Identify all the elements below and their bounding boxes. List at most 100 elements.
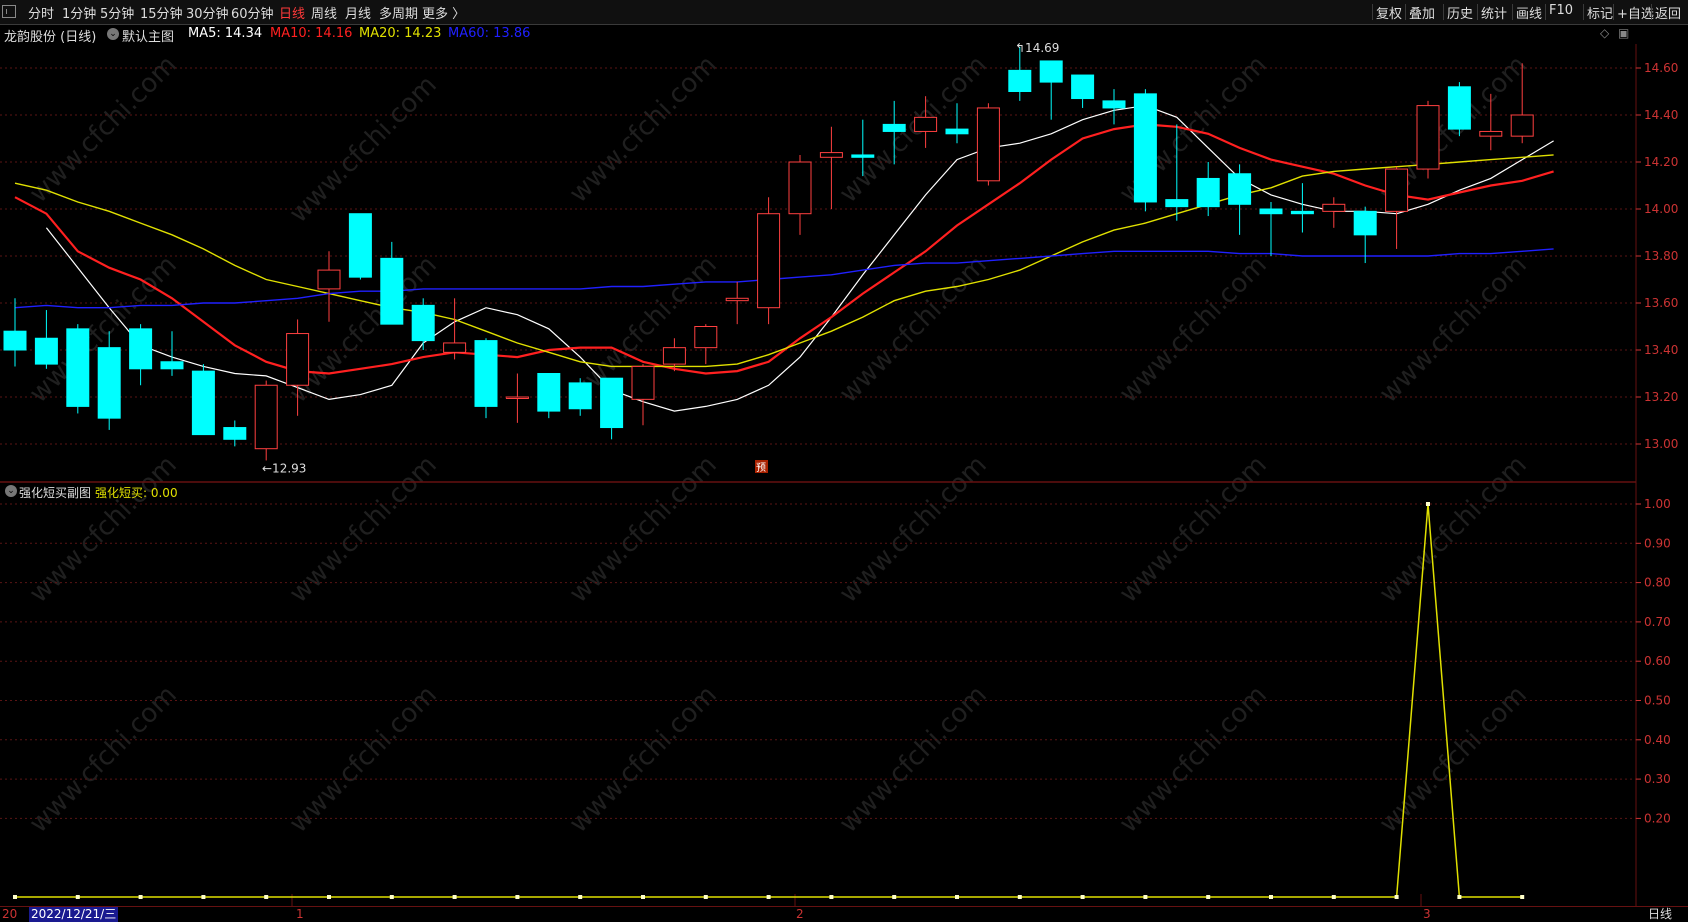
- candle-body: [1039, 60, 1063, 83]
- candle: [568, 378, 592, 416]
- candle: [254, 380, 278, 461]
- indicator-tick-label: 0.80: [1644, 576, 1671, 590]
- toolbar-button-1[interactable]: 叠加: [1409, 3, 1435, 22]
- toolbar-button-8[interactable]: 返回: [1655, 3, 1681, 22]
- ma-line-ma5: [45, 104, 1554, 412]
- candle: [317, 251, 341, 322]
- toolbar-button-4[interactable]: 画线: [1516, 3, 1542, 22]
- candle-body: [819, 152, 843, 158]
- price-axis: 14.60 14.40 14.20 14.00 13.80 13.60 13.40 13.20…: [1636, 61, 1678, 825]
- indicator-point: [1394, 895, 1399, 899]
- indicator-point: [1520, 895, 1525, 899]
- price-tick-label: 13.20: [1644, 390, 1678, 404]
- candle: [3, 298, 27, 367]
- indicator-point: [1331, 895, 1336, 899]
- candle-body: [380, 257, 404, 325]
- candle: [600, 377, 624, 440]
- candle-body: [851, 154, 875, 158]
- candle-body: [3, 330, 27, 351]
- candle: [191, 364, 215, 436]
- watermark-text: www.cfchi.com: [284, 450, 443, 609]
- toolbar-button-7[interactable]: +自选: [1617, 3, 1654, 22]
- indicator-point: [1269, 895, 1273, 899]
- watermark-text: www.cfchi.com: [1374, 450, 1533, 609]
- watermark-text: www.cfchi.com: [834, 250, 993, 409]
- candle: [537, 373, 561, 419]
- candle-body: [945, 128, 969, 135]
- indicator-point: [766, 895, 771, 899]
- watermark-text: www.cfchi.com: [284, 70, 443, 229]
- candle: [1447, 82, 1471, 137]
- kline-chart-area[interactable]: www.cfchi.com www.cfchi.com www.cfchi.com w…: [0, 24, 1688, 906]
- watermark-text: www.cfchi.com: [1114, 450, 1273, 609]
- indicator-tick-label: 0.70: [1644, 615, 1671, 629]
- toolbar-button-0[interactable]: 复权: [1376, 3, 1402, 22]
- candle-body: [1416, 105, 1440, 170]
- indicator-point: [1457, 895, 1462, 899]
- candle: [788, 154, 812, 235]
- candle-body: [1290, 210, 1314, 215]
- period-tab-3[interactable]: 15分钟: [140, 3, 183, 22]
- watermark-text: www.cfchi.com: [834, 50, 993, 209]
- price-tick-label: 13.80: [1644, 249, 1678, 263]
- candle-body: [1228, 173, 1252, 205]
- period-tab-7[interactable]: 周线: [311, 3, 337, 22]
- candle-body: [286, 333, 310, 386]
- indicator-tick-label: 0.20: [1644, 811, 1671, 825]
- period-tab-10[interactable]: 更多 〉: [422, 3, 465, 22]
- indicator-point: [1206, 895, 1211, 899]
- period-tab-0[interactable]: 分时: [28, 3, 54, 22]
- indicator-tick-label: 0.30: [1644, 772, 1671, 786]
- toolbar-button-5[interactable]: F10: [1549, 3, 1573, 18]
- candle: [1290, 183, 1314, 233]
- toolbar-separator: [1583, 4, 1584, 20]
- toolbar-separator: [1512, 4, 1513, 20]
- period-tab-4[interactable]: 30分钟: [186, 3, 229, 22]
- watermark-text: www.cfchi.com: [564, 50, 723, 209]
- toolbar-button-6[interactable]: 标记: [1587, 3, 1613, 22]
- chevron-down-icon[interactable]: ⌄: [5, 485, 17, 497]
- indicator-point: [452, 895, 457, 899]
- candle-body: [1353, 210, 1377, 236]
- period-tab-6[interactable]: 日线: [279, 3, 305, 22]
- candle: [757, 197, 781, 325]
- candle-body: [97, 347, 121, 419]
- candle: [223, 420, 247, 447]
- price-tick-label: 13.60: [1644, 296, 1678, 310]
- candle: [1133, 89, 1157, 212]
- indicator-tick-label: 0.60: [1644, 654, 1671, 668]
- time-axis: 20 2022/12/21/三 1 2 3 日线: [0, 906, 1688, 922]
- toolbar-button-3[interactable]: 统计: [1481, 3, 1507, 22]
- candle-body: [1385, 168, 1409, 212]
- period-tab-2[interactable]: 5分钟: [100, 3, 134, 22]
- candle-body: [348, 213, 372, 278]
- menu-toggle-icon[interactable]: [2, 5, 16, 18]
- period-tab-1[interactable]: 1分钟: [62, 3, 96, 22]
- candle-body: [1322, 203, 1346, 212]
- candle-body: [1447, 86, 1471, 130]
- period-tab-5[interactable]: 60分钟: [231, 3, 274, 22]
- candle-body: [1196, 177, 1220, 208]
- indicator-point: [1426, 502, 1430, 506]
- candle-body: [1008, 69, 1032, 92]
- candle: [1071, 74, 1095, 108]
- candle: [694, 324, 718, 365]
- candle-body: [914, 116, 938, 132]
- period-toolbar: 分时 1分钟 5分钟 15分钟 30分钟 60分钟 日线 周线 月线 多周期 更多 〉 复权 叠加 历史…: [0, 0, 1688, 25]
- sub-chart-name[interactable]: 强化短买副图: [19, 484, 91, 501]
- toolbar-button-2[interactable]: 历史: [1447, 3, 1473, 22]
- candle: [1353, 206, 1377, 264]
- period-tab-8[interactable]: 月线: [345, 3, 371, 22]
- period-tab-9[interactable]: 多周期: [379, 3, 418, 22]
- indicator-tick-label: 1.00: [1644, 497, 1671, 511]
- price-tick-label: 14.00: [1644, 202, 1678, 216]
- indicator-point: [1080, 895, 1085, 899]
- candle: [1039, 60, 1063, 120]
- watermark-text: www.cfchi.com: [24, 50, 183, 209]
- toolbar-separator: [1613, 4, 1614, 20]
- ma-line-ma60: [14, 248, 1554, 309]
- candle: [34, 310, 58, 369]
- indicator-point: [264, 895, 269, 899]
- price-tick-label: 14.20: [1644, 155, 1678, 169]
- candle: [1259, 201, 1283, 256]
